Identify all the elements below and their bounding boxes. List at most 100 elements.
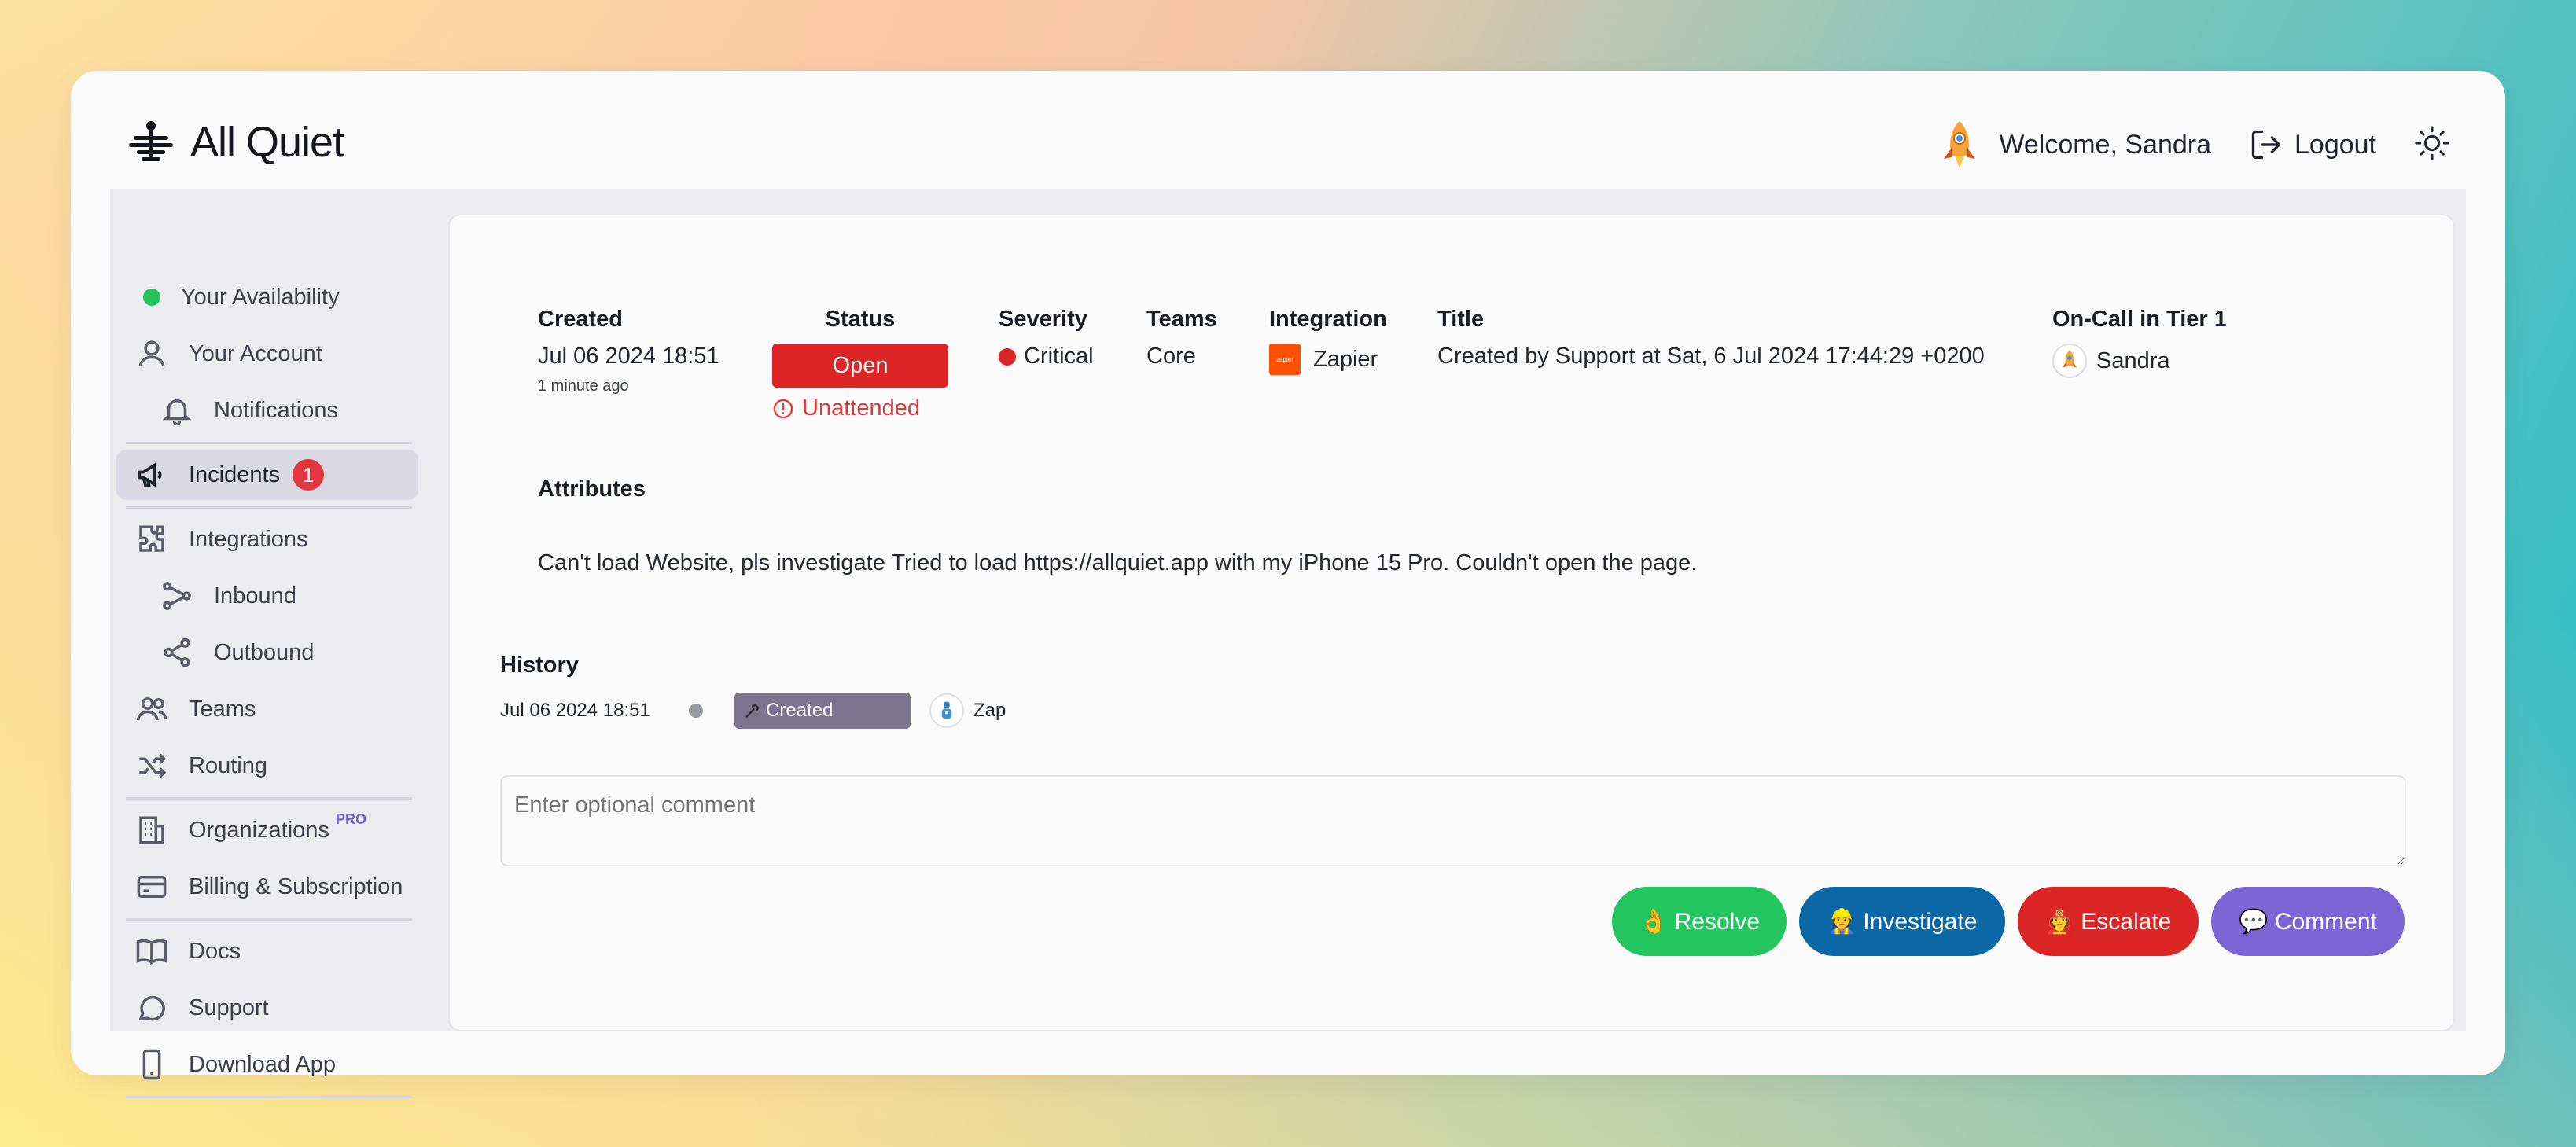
sidebar-item-label: Billing & Subscription [189, 873, 403, 899]
sidebar-item-label: Download App [189, 1051, 337, 1077]
created-column: Created Jul 06 2024 18:51 1 minute ago [538, 307, 719, 395]
alert-circle-icon [773, 399, 793, 418]
sidebar-item-incidents[interactable]: Incidents 1 [134, 453, 325, 497]
all-quiet-logo-icon [129, 121, 173, 161]
title-column: Title Created by Support at Sat, 6 Jul 2… [1437, 307, 1985, 369]
availability-status-dot [143, 289, 160, 306]
action-buttons: 👌 Resolve 👷 Investigate 🧑‍🚒 Escalate 💬 C… [1612, 887, 2405, 956]
title-value: Created by Support at Sat, 6 Jul 2024 17… [1437, 344, 1985, 369]
sidebar-item-label: Inbound [214, 583, 296, 608]
unattended-label: Unattended [802, 395, 920, 421]
teams-value[interactable]: Core [1146, 344, 1217, 369]
rocket-avatar-icon [2062, 350, 2077, 368]
sidebar-item-support[interactable]: Support [134, 986, 269, 1030]
sidebar-item-integrations[interactable]: Integrations [134, 517, 308, 561]
welcome-text: Welcome, Sandra [1999, 129, 2211, 160]
robot-avatar-icon [941, 701, 952, 719]
created-ago: 1 minute ago [538, 377, 629, 395]
sidebar-item-label: Outbound [214, 639, 315, 665]
incident-description: Can't load Website, pls investigate Trie… [538, 550, 1698, 575]
app-logo[interactable]: All Quiet [127, 118, 344, 167]
logout-button[interactable]: Logout [2249, 127, 2376, 162]
status-label: Status [825, 307, 896, 332]
resolve-button[interactable]: 👌 Resolve [1612, 887, 1787, 956]
sidebar-item-label: Support [189, 994, 269, 1020]
theme-toggle[interactable] [2414, 125, 2450, 165]
sidebar-item-outbound[interactable]: Outbound [159, 630, 314, 675]
integration-label: Integration [1269, 307, 1387, 332]
sidebar-item-billing[interactable]: Billing & Subscription [134, 865, 403, 909]
sidebar-item-download-app[interactable]: Download App [134, 1042, 336, 1086]
sidebar-divider [126, 442, 412, 444]
attributes-heading: Attributes [538, 476, 646, 502]
app-window: All Quiet Welcome, Sandra Logout Your Av… [71, 71, 2505, 1098]
history-event-label: Created [766, 700, 834, 721]
integration-value[interactable]: zapier Zapier [1269, 344, 1387, 375]
escalate-button[interactable]: 🧑‍🚒 Escalate [2018, 887, 2199, 956]
inbound-branch-icon [159, 578, 195, 614]
sidebar-item-docs[interactable]: Docs [134, 929, 241, 973]
sidebar-divider [126, 1096, 412, 1098]
pro-tag: PRO [335, 811, 366, 827]
smartphone-icon [134, 1046, 170, 1083]
integration-text: Zapier [1313, 346, 1378, 372]
users-icon [134, 691, 170, 727]
comment-button[interactable]: 💬 Comment [2211, 887, 2405, 956]
oncall-label: On-Call in Tier 1 [2052, 307, 2227, 332]
status-column: Status Open Unattended [772, 307, 948, 421]
status-badge[interactable]: Open [772, 344, 948, 388]
sidebar-item-label: Your Availability [181, 284, 340, 310]
puzzle-icon [134, 521, 170, 557]
sidebar-item-inbound[interactable]: Inbound [159, 574, 296, 618]
sun-icon [2415, 125, 2449, 160]
sidebar-item-account[interactable]: Your Account [134, 332, 322, 376]
severity-dot [999, 347, 1016, 366]
sidebar-item-label: Teams [189, 696, 256, 722]
sidebar-divider [126, 506, 412, 509]
shuffle-icon [134, 748, 170, 784]
severity-column: Severity Critical [999, 307, 1094, 369]
logout-icon [2251, 130, 2281, 160]
sidebar-item-availability[interactable]: Your Availability [134, 275, 340, 319]
megaphone-icon [134, 457, 170, 493]
book-icon [134, 933, 170, 969]
history-heading: History [500, 653, 579, 678]
history-item: Jul 06 2024 18:51 Created Zap [500, 687, 1006, 734]
top-header: All Quiet Welcome, Sandra Logout [71, 71, 2505, 189]
sidebar-divider [126, 797, 412, 800]
sidebar-item-teams[interactable]: Teams [134, 687, 256, 731]
created-label: Created [538, 307, 623, 332]
severity-label: Severity [999, 307, 1087, 332]
sidebar-item-label: Notifications [214, 397, 338, 423]
chat-bubble-icon [134, 990, 170, 1026]
sidebar-item-routing[interactable]: Routing [134, 744, 267, 788]
sidebar-item-label: Organizations [189, 817, 329, 843]
severity-text: Critical [1024, 344, 1094, 369]
oncall-column: On-Call in Tier 1 Sandra [2052, 307, 2227, 378]
sidebar-item-label: Docs [189, 938, 241, 964]
sidebar-item-label: Your Account [189, 340, 322, 366]
title-label: Title [1437, 307, 1485, 332]
incidents-count-badge: 1 [293, 459, 325, 491]
comment-input[interactable] [500, 775, 2406, 866]
integration-column: Integration zapier Zapier [1269, 307, 1387, 375]
teams-label: Teams [1146, 307, 1217, 332]
zapier-icon: zapier [1269, 344, 1301, 375]
credit-card-icon [134, 869, 170, 905]
investigate-button[interactable]: 👷 Investigate [1799, 887, 2005, 956]
sidebar-item-notifications[interactable]: Notifications [159, 388, 338, 432]
share-icon [159, 634, 195, 671]
unattended-indicator: Unattended [772, 395, 948, 421]
history-actor: Zap [973, 700, 1006, 721]
rocket-avatar-icon[interactable] [1938, 119, 1982, 170]
sidebar-item-label: Routing [189, 752, 267, 778]
history-event-badge: Created [734, 693, 911, 729]
incident-card: Created Jul 06 2024 18:51 1 minute ago S… [448, 214, 2455, 1031]
sidebar-item-label: Incidents [189, 461, 281, 487]
sidebar-divider [126, 918, 412, 921]
oncall-user[interactable]: Sandra [2052, 344, 2227, 378]
timeline-dot [689, 704, 703, 718]
hammer-icon [745, 704, 760, 718]
sidebar-item-organizations[interactable]: Organizations PRO [134, 808, 366, 852]
oncall-name: Sandra [2096, 347, 2170, 373]
